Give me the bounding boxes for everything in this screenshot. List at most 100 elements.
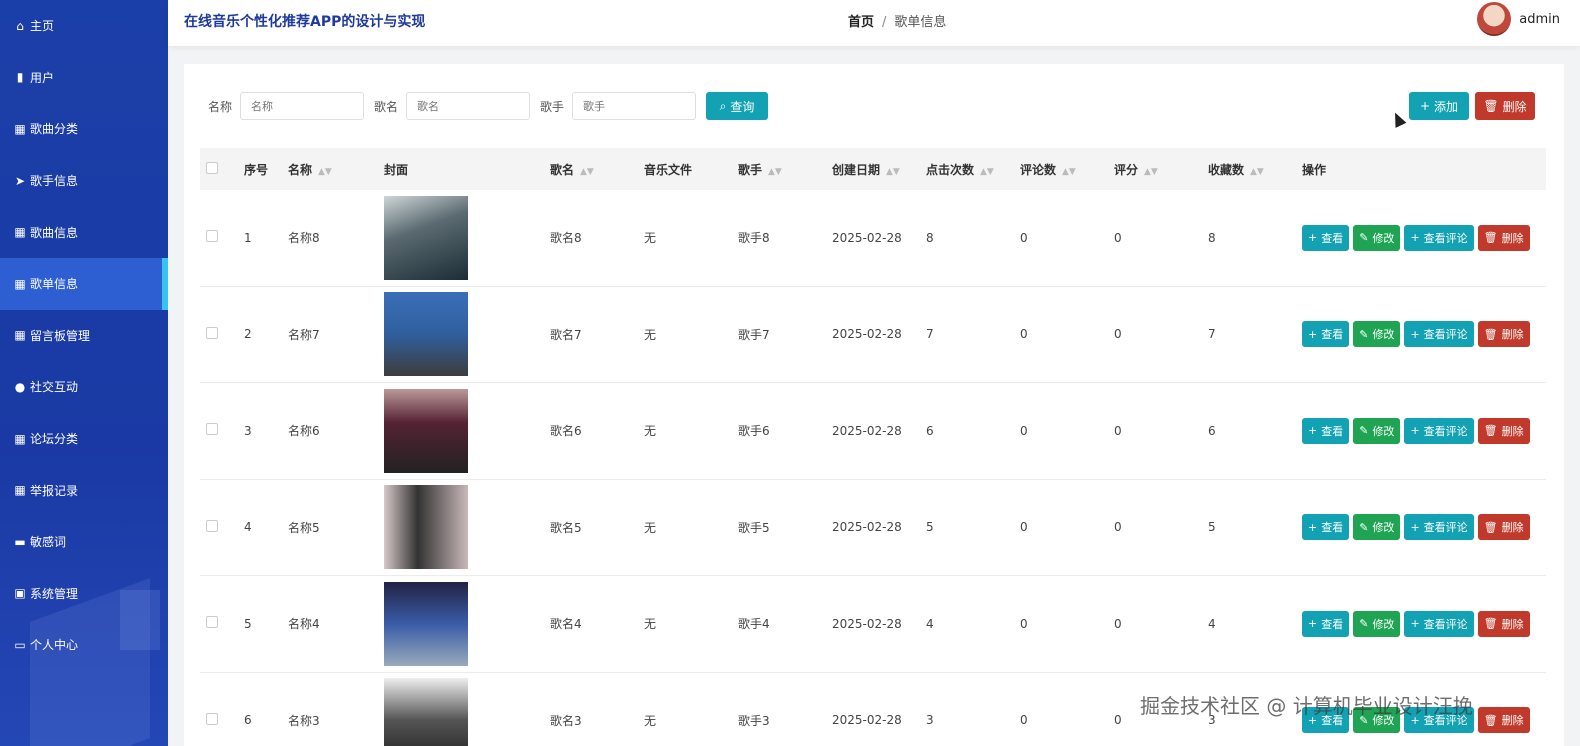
breadcrumb-separator: / — [882, 15, 887, 30]
row-select-cell — [200, 326, 244, 342]
batch-delete-button[interactable]: 🗑 删除 — [1475, 92, 1535, 120]
sort-icon[interactable]: ▲▼ — [768, 167, 782, 177]
song-filter-input[interactable] — [406, 92, 531, 120]
view-button[interactable]: + 查看 — [1302, 321, 1350, 348]
row-checkbox[interactable] — [206, 230, 218, 243]
delete-button[interactable]: 🗑 删除 — [1477, 224, 1530, 251]
cell-singer: 歌手7 — [738, 327, 770, 342]
view-button[interactable]: + 查看 — [1302, 514, 1350, 541]
sidebar-item[interactable]: ⌂ 主页 — [0, 0, 168, 52]
view-comments-button-label: 查看评论 — [1423, 328, 1468, 342]
cell-clicks: 7 — [926, 327, 934, 342]
view-button[interactable]: + 查看 — [1302, 224, 1350, 251]
cell-clicks: 4 — [926, 616, 934, 631]
cell-singer: 歌手6 — [738, 424, 770, 439]
header-name-cell[interactable]: 名称 ▲▼ — [288, 161, 384, 178]
cell-file: 无 — [644, 617, 657, 632]
edit-button[interactable]: ✎ 修改 — [1353, 514, 1401, 541]
row-checkbox[interactable] — [206, 616, 218, 629]
edit-button[interactable]: ✎ 修改 — [1353, 610, 1401, 637]
cell-comments: 0 — [1020, 327, 1028, 342]
view-button[interactable]: + 查看 — [1302, 417, 1350, 444]
sort-icon[interactable]: ▲▼ — [980, 167, 994, 177]
user-name[interactable]: admin — [1519, 12, 1560, 27]
cell-date: 2025-02-28 — [832, 713, 902, 728]
row-checkbox[interactable] — [206, 326, 218, 339]
delete-button[interactable]: 🗑 删除 — [1477, 514, 1530, 541]
delete-button-label: 删除 — [1501, 231, 1524, 245]
user-menu[interactable]: admin — [1477, 2, 1560, 36]
sidebar-item[interactable]: ▮ 用户 — [0, 52, 168, 104]
sidebar-item-label: 个人中心 — [30, 638, 79, 653]
delete-button-label: 删除 — [1501, 521, 1524, 535]
sort-icon[interactable]: ▲▼ — [1144, 167, 1158, 177]
delete-button[interactable]: 🗑 删除 — [1477, 417, 1530, 444]
sort-icon[interactable]: ▲▼ — [886, 167, 900, 177]
row-checkbox[interactable] — [206, 423, 218, 436]
sort-icon[interactable]: ▲▼ — [580, 167, 594, 177]
sidebar-item[interactable]: ▭ 个人中心 — [0, 619, 168, 671]
sidebar-item[interactable]: ▦ 留言板管理 — [0, 310, 168, 362]
sidebar-item[interactable]: ▬ 敏感词 — [0, 516, 168, 568]
edit-button-label: 修改 — [1372, 617, 1395, 631]
view-button[interactable]: + 查看 — [1302, 610, 1350, 637]
sort-icon[interactable]: ▲▼ — [318, 167, 332, 177]
sidebar-item[interactable]: ▦ 歌曲信息 — [0, 206, 168, 258]
sidebar-item[interactable]: ▦ 歌单信息 — [0, 257, 168, 310]
header-comments-cell[interactable]: 评论数 ▲▼ — [1020, 161, 1114, 178]
header-song-cell[interactable]: 歌名 ▲▼ — [550, 161, 644, 178]
sort-icon[interactable]: ▲▼ — [1250, 167, 1264, 177]
view-comments-button[interactable]: + 查看评论 — [1404, 514, 1474, 541]
delete-button[interactable]: 🗑 删除 — [1477, 707, 1530, 734]
name-filter-input[interactable] — [240, 92, 365, 120]
row-checkbox[interactable] — [206, 712, 218, 725]
add-button[interactable]: + 添加 — [1409, 92, 1469, 120]
cover-image — [384, 292, 468, 377]
sidebar-item[interactable]: ● 社交互动 — [0, 361, 168, 413]
view-comments-button[interactable]: + 查看评论 — [1404, 417, 1474, 444]
breadcrumb-home[interactable]: 首页 — [848, 15, 874, 30]
sidebar-item[interactable]: ➤ 歌手信息 — [0, 155, 168, 207]
header-clicks-cell[interactable]: 点击次数 ▲▼ — [926, 161, 1020, 178]
cell-name: 名称3 — [288, 713, 320, 728]
view-button-label: 查看 — [1321, 328, 1344, 342]
select-all-checkbox[interactable] — [206, 161, 218, 174]
edit-button[interactable]: ✎ 修改 — [1353, 417, 1401, 444]
cell-comments: 0 — [1020, 713, 1028, 728]
singer-filter-input[interactable] — [572, 92, 697, 120]
sidebar-item[interactable]: ▣ 系统管理 — [0, 568, 168, 620]
trash-icon: 🗑 — [1483, 617, 1498, 631]
sort-icon[interactable]: ▲▼ — [1062, 167, 1076, 177]
view-comments-button[interactable]: + 查看评论 — [1404, 610, 1474, 637]
row-checkbox[interactable] — [206, 519, 218, 532]
header-file: 音乐文件 — [644, 162, 693, 177]
header-score-cell[interactable]: 评分 ▲▼ — [1114, 161, 1208, 178]
header-date-cell[interactable]: 创建日期 ▲▼ — [832, 161, 926, 178]
query-button[interactable]: ⌕ 查询 — [706, 92, 769, 120]
cell-favorites: 4 — [1208, 616, 1216, 631]
view-comments-button[interactable]: + 查看评论 — [1404, 224, 1474, 251]
header-singer-cell[interactable]: 歌手 ▲▼ — [738, 161, 832, 178]
sidebar-item[interactable]: ▦ 论坛分类 — [0, 413, 168, 465]
view-button-label: 查看 — [1321, 424, 1344, 438]
watermark: 掘金技术社区 @ 计算机毕业设计汪挽 — [1140, 694, 1473, 718]
edit-icon: ✎ — [1359, 617, 1369, 631]
trash-icon: 🗑 — [1483, 424, 1498, 438]
edit-button[interactable]: ✎ 修改 — [1353, 321, 1401, 348]
user-icon: ● — [14, 379, 26, 394]
delete-button[interactable]: 🗑 删除 — [1477, 610, 1530, 637]
view-comments-button-label: 查看评论 — [1423, 521, 1468, 535]
header-favorites-cell[interactable]: 收藏数 ▲▼ — [1208, 161, 1302, 178]
view-comments-button[interactable]: + 查看评论 — [1404, 321, 1474, 348]
cell-favorites: 8 — [1208, 230, 1216, 245]
delete-button[interactable]: 🗑 删除 — [1477, 321, 1530, 348]
sidebar-item-label: 系统管理 — [30, 586, 79, 601]
cover-image — [384, 581, 468, 666]
edit-button[interactable]: ✎ 修改 — [1353, 224, 1401, 251]
cell-no: 3 — [244, 423, 252, 438]
plus-icon: + — [1410, 231, 1420, 245]
avatar[interactable] — [1477, 2, 1512, 36]
sidebar-item[interactable]: ▦ 举报记录 — [0, 464, 168, 516]
sidebar-item[interactable]: ▦ 歌曲分类 — [0, 103, 168, 155]
card-icon: ▭ — [14, 637, 26, 652]
